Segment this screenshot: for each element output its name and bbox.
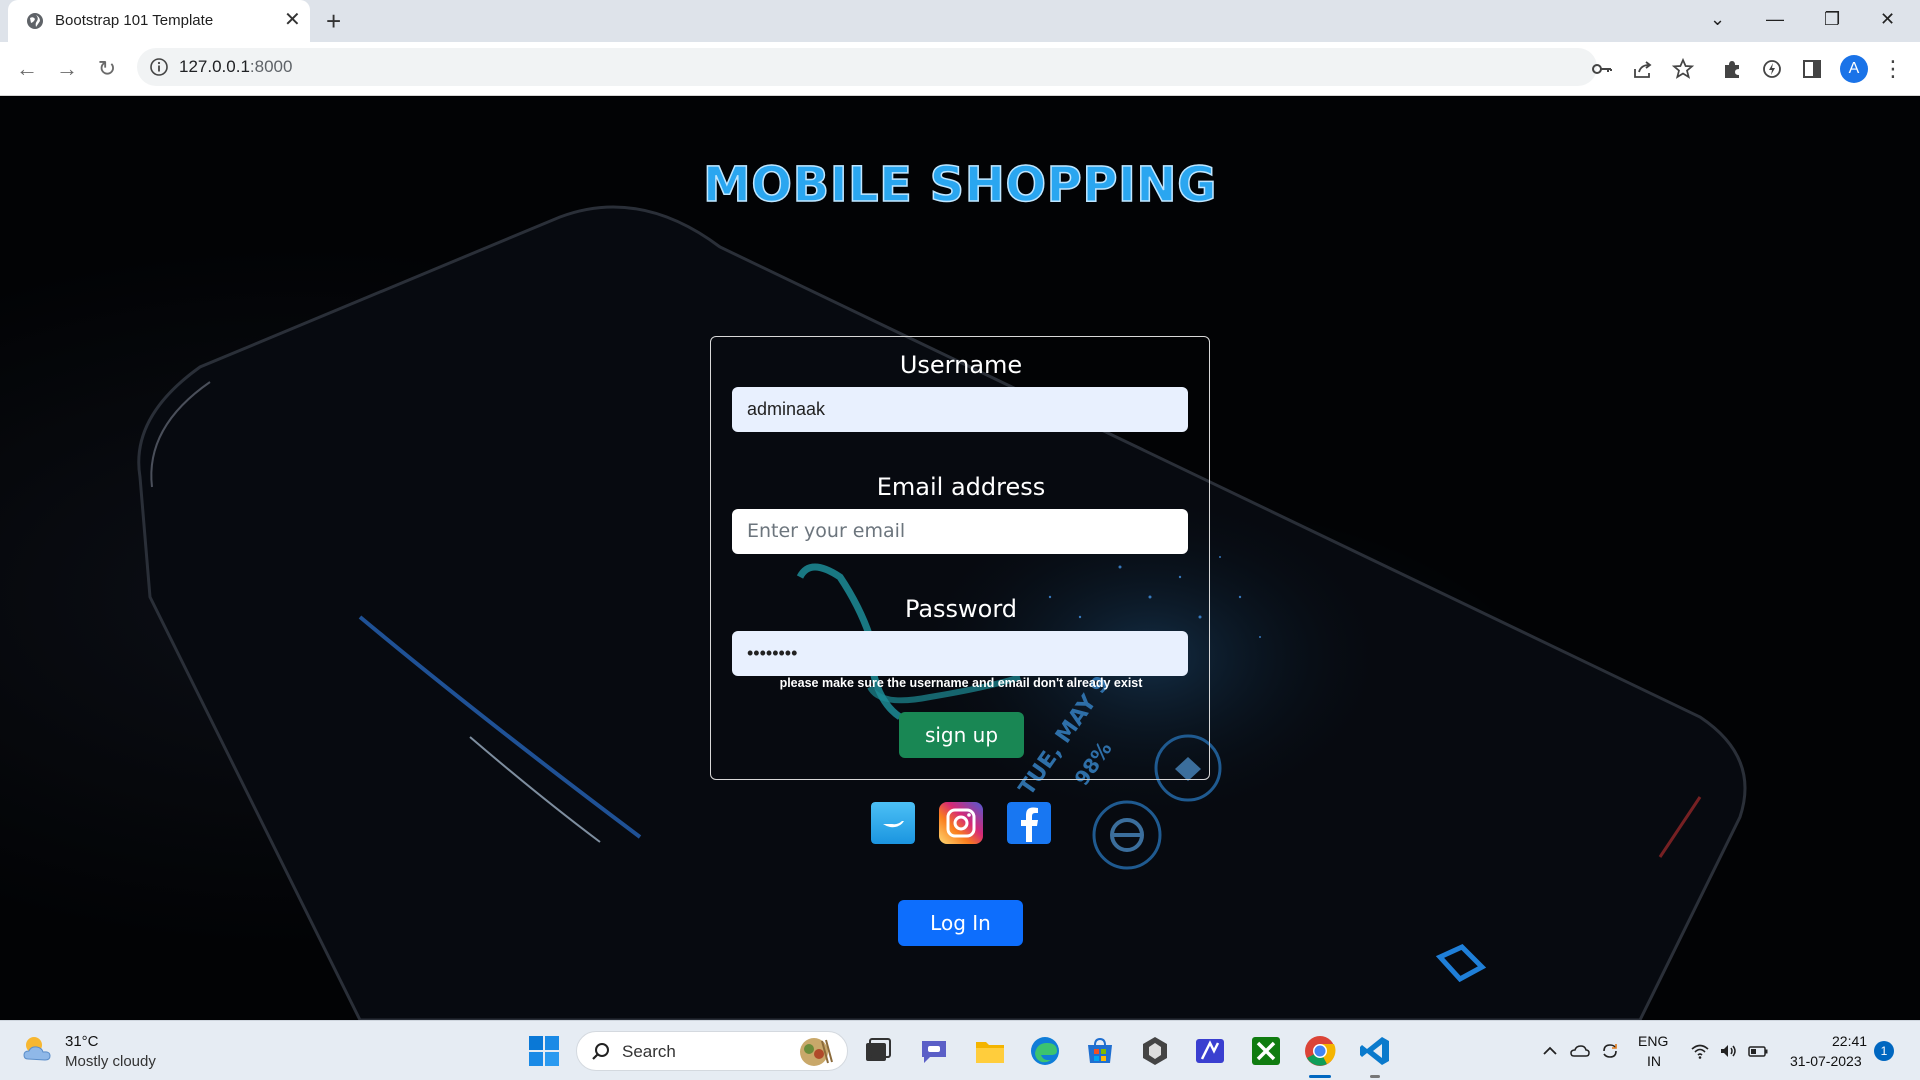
teams-chat-icon[interactable]	[916, 1033, 952, 1069]
file-explorer-icon[interactable]	[972, 1033, 1008, 1069]
share-icon[interactable]	[1631, 57, 1655, 81]
weather-description[interactable]: Mostly cloudy	[65, 1053, 156, 1070]
performance-icon[interactable]	[1760, 57, 1784, 81]
username-label: Username	[899, 351, 1023, 379]
unity-hub-icon[interactable]	[1137, 1033, 1173, 1069]
task-view-icon[interactable]	[860, 1033, 896, 1069]
search-icon	[592, 1043, 609, 1060]
side-panel-icon[interactable]	[1800, 57, 1824, 81]
chevron-up-icon[interactable]	[1540, 1041, 1560, 1061]
powerapps-icon[interactable]	[1192, 1033, 1228, 1069]
notification-badge[interactable]: 1	[1874, 1041, 1894, 1061]
restore-button[interactable]: ❐	[1824, 6, 1840, 32]
xbox-icon[interactable]	[1248, 1033, 1284, 1069]
extensions-icon[interactable]	[1720, 57, 1744, 81]
profile-avatar[interactable]: A	[1840, 55, 1868, 83]
page-viewport: TUE, MAY 9 98% MOBILE SHOPPING Username …	[0, 97, 1920, 1020]
browser-tab-strip: Bootstrap 101 Template ✕ + ⌄ — ❐ ✕	[0, 0, 1920, 42]
microsoft-store-icon[interactable]	[1082, 1033, 1118, 1069]
facebook-icon[interactable]	[1007, 802, 1051, 844]
weather-temperature[interactable]: 31°C	[65, 1033, 99, 1050]
minimize-button[interactable]: —	[1766, 6, 1784, 32]
battery-icon[interactable]	[1748, 1041, 1768, 1061]
email-label: Email address	[876, 473, 1046, 501]
back-arrow-icon[interactable]: ←	[12, 54, 42, 84]
instagram-icon[interactable]	[939, 802, 983, 844]
vscode-open-indicator	[1370, 1075, 1380, 1078]
form-help-text: please make sure the username and email …	[779, 676, 1143, 690]
tab-title: Bootstrap 101 Template	[55, 12, 214, 29]
close-tab-icon[interactable]: ✕	[284, 9, 301, 31]
vscode-icon[interactable]	[1357, 1033, 1393, 1069]
signup-button[interactable]: sign up	[899, 712, 1024, 758]
chrome-active-indicator	[1309, 1075, 1331, 1078]
username-input[interactable]	[732, 387, 1188, 432]
address-bar[interactable]: 127.0.0.1:8000	[137, 48, 1597, 86]
globe-icon	[27, 13, 43, 29]
chrome-icon[interactable]	[1302, 1033, 1338, 1069]
menu-kebab-icon[interactable]: ⋮	[1878, 54, 1908, 84]
taskbar: 31°C Mostly cloudy Search ENG IN 22:41 3…	[0, 1020, 1920, 1080]
search-highlight-icon	[800, 1038, 833, 1066]
wifi-icon[interactable]	[1690, 1041, 1710, 1061]
edge-browser-icon[interactable]	[1027, 1033, 1063, 1069]
close-window-button[interactable]: ✕	[1880, 6, 1895, 32]
reload-icon[interactable]: ↻	[92, 54, 122, 84]
twitter-icon[interactable]	[871, 802, 915, 844]
forward-arrow-icon[interactable]: →	[52, 54, 82, 84]
page-title: MOBILE SHOPPING	[702, 156, 1217, 214]
password-label: Password	[904, 595, 1018, 623]
url-text: 127.0.0.1:8000	[179, 57, 293, 76]
email-input[interactable]	[732, 509, 1188, 554]
windows-start-icon[interactable]	[528, 1035, 560, 1067]
clock-date[interactable]: 31-07-2023	[1790, 1053, 1862, 1069]
language-indicator[interactable]: ENG	[1638, 1033, 1668, 1049]
browser-tab[interactable]: Bootstrap 101 Template ✕	[8, 0, 310, 42]
star-icon[interactable]	[1671, 57, 1695, 81]
onedrive-icon[interactable]	[1570, 1041, 1590, 1061]
partly-cloudy-icon[interactable]	[20, 1033, 56, 1065]
password-input[interactable]	[732, 631, 1188, 676]
browser-toolbar: ← → ↻ 127.0.0.1:8000 A ⋮	[0, 42, 1920, 96]
region-indicator[interactable]: IN	[1647, 1053, 1661, 1069]
login-button[interactable]: Log In	[898, 900, 1023, 946]
volume-icon[interactable]	[1718, 1041, 1738, 1061]
new-tab-button[interactable]: +	[326, 8, 341, 34]
sync-icon[interactable]	[1600, 1041, 1620, 1061]
signup-form: Username Email address Password please m…	[710, 336, 1210, 780]
search-label: Search	[622, 1042, 676, 1061]
taskbar-search[interactable]: Search	[576, 1031, 848, 1071]
tab-search-chevron-icon[interactable]: ⌄	[1710, 6, 1725, 32]
clock-time[interactable]: 22:41	[1832, 1033, 1867, 1049]
site-info-icon[interactable]	[149, 57, 169, 77]
key-icon[interactable]	[1590, 57, 1614, 81]
